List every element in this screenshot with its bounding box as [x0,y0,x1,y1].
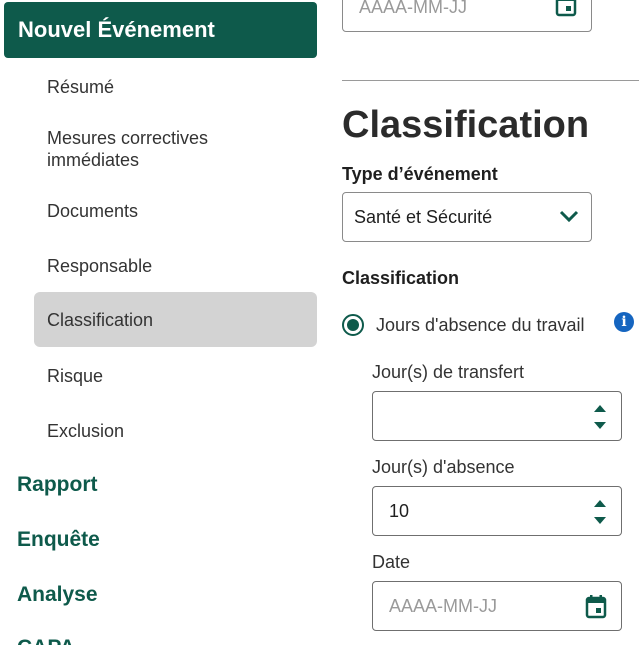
transfer-days-label: Jour(s) de transfert [372,362,525,382]
sidebar-section-label: CAPA [17,636,75,645]
sidebar-item-documents[interactable]: Documents [34,200,317,222]
sidebar-item-exclusion[interactable]: Exclusion [34,420,317,442]
sidebar-item-label: Mesures correctives immédiates [47,128,209,170]
page: Nouvel Événement Résumé Mesures correcti… [0,0,639,645]
sidebar-section-label: Rapport [17,473,98,496]
sidebar-item-label: Classification [47,309,154,330]
sidebar-item-label: Risque [47,366,104,386]
calendar-icon[interactable] [555,0,577,17]
date-label: Date [372,552,411,572]
sidebar-item-resume[interactable]: Résumé [34,76,317,98]
sidebar-section-enquete[interactable]: Enquête [17,528,100,552]
page-title: Classification [342,104,590,146]
absence-days-label: Jour(s) d'absence [372,457,515,477]
event-type-label: Type d’événement [342,164,498,184]
sidebar: Nouvel Événement Résumé Mesures correcti… [0,0,325,645]
top-date-placeholder: AAAA-MM-JJ [359,0,467,17]
sidebar-item-label: Documents [47,201,139,221]
sidebar-header-nouvel-evenement[interactable]: Nouvel Événement [4,2,317,58]
sidebar-item-label: Responsable [47,256,153,276]
event-type-selected: Santé et Sécurité [354,206,493,227]
info-icon[interactable]: i [614,312,634,332]
sidebar-section-label: Enquête [17,528,100,551]
radio-label: Jours d'absence du travail [376,314,585,335]
absence-days-value: 10 [389,500,410,521]
section-divider [342,80,639,81]
sidebar-item-classification[interactable]: Classification [34,292,317,347]
sidebar-item-label: Résumé [47,77,115,97]
radio-button[interactable] [342,314,364,336]
sidebar-section-capa[interactable]: CAPA [17,636,75,645]
sidebar-section-analyse[interactable]: Analyse [17,583,98,607]
sidebar-item-label: Exclusion [47,421,125,441]
sidebar-header-label: Nouvel Événement [18,17,215,42]
spinner-arrows-icon[interactable] [593,401,607,433]
sidebar-item-responsable[interactable]: Responsable [34,255,317,277]
transfer-days-input[interactable] [372,391,622,441]
radio-jours-absence[interactable]: Jours d'absence du travail [342,314,585,336]
classification-label: Classification [342,268,460,288]
spinner-arrows-icon[interactable] [593,496,607,528]
sidebar-item-risque[interactable]: Risque [34,365,317,387]
date-placeholder: AAAA-MM-JJ [389,595,497,616]
main-content: AAAA-MM-JJ Classification Type d’événeme… [342,0,639,645]
radio-selected-dot [347,319,359,331]
sidebar-section-rapport[interactable]: Rapport [17,473,98,497]
sidebar-section-label: Analyse [17,583,98,606]
top-date-input[interactable]: AAAA-MM-JJ [342,0,592,32]
event-type-select[interactable]: Santé et Sécurité [342,192,592,242]
chevron-down-icon [559,210,579,223]
absence-days-input[interactable]: 10 [372,486,622,536]
calendar-icon[interactable] [585,595,607,619]
date-input[interactable]: AAAA-MM-JJ [372,581,622,631]
sidebar-item-mesures-correctives[interactable]: Mesures correctives immédiates [34,127,284,171]
